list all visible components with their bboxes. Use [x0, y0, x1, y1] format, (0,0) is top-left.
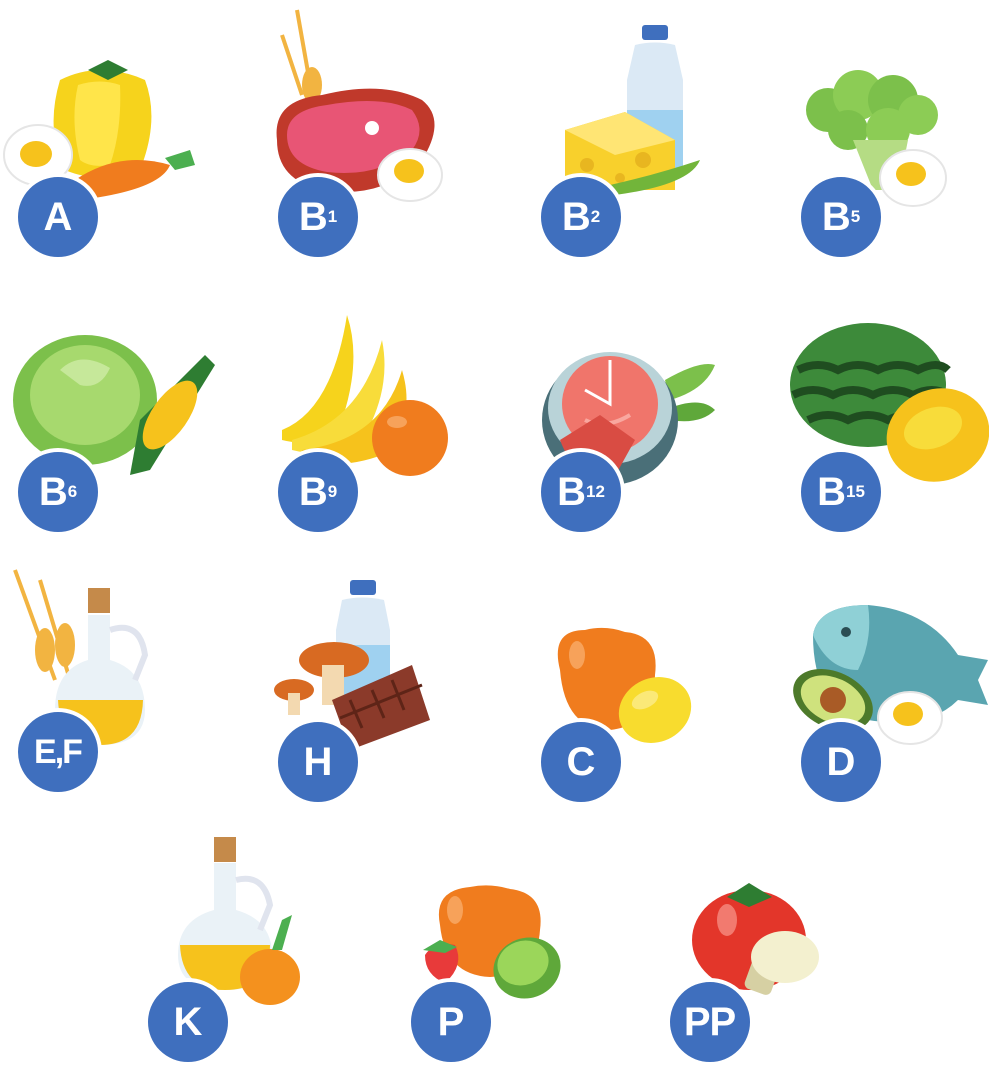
vitamin-k-tile: K [132, 825, 362, 1066]
vitamin-pp-tile: PP [657, 825, 887, 1066]
vitamin-badge-k: K [144, 978, 232, 1066]
vitamin-d-tile: D [788, 560, 989, 806]
vitamin-badge-b6: B6 [14, 448, 102, 536]
vitamin-badge-ef: E,F [14, 708, 102, 796]
vitamin-b1-tile: B1 [262, 0, 492, 261]
vitamin-badge-b12: B 12 [537, 448, 625, 536]
vitamin-p-tile: P [395, 825, 625, 1066]
vitamin-badge-b9: B9 [274, 448, 362, 536]
vitamin-badge-p: P [407, 978, 495, 1066]
vitamin-b6-tile: B6 [0, 300, 230, 540]
vitamin-badge-b15: B 15 [797, 448, 885, 536]
vitamin-b5-tile: B5 [788, 40, 989, 280]
vitamin-b12-tile: B 12 [525, 300, 755, 540]
vitamin-badge-b1: B1 [274, 173, 362, 261]
vitamin-badge-c: C [537, 718, 625, 806]
vitamin-badge-b5: B5 [797, 173, 885, 261]
vitamin-badge-pp: PP [666, 978, 754, 1066]
vitamin-c-tile: C [525, 560, 755, 806]
vitamin-b2-tile: B2 [525, 0, 755, 261]
vitamin-badge-a: A [14, 173, 102, 261]
vitamin-a-tile: A [0, 40, 230, 280]
vitamin-badge-h: H [274, 718, 362, 806]
vitamin-b9-tile: B9 [262, 300, 492, 540]
vitamin-h-tile: H [262, 560, 492, 806]
vitamin-badge-b2: B2 [537, 173, 625, 261]
vitamin-ef-tile: E,F [0, 560, 230, 800]
vitamin-badge-d: D [797, 718, 885, 806]
vitamin-b15-tile: B 15 [788, 300, 989, 540]
